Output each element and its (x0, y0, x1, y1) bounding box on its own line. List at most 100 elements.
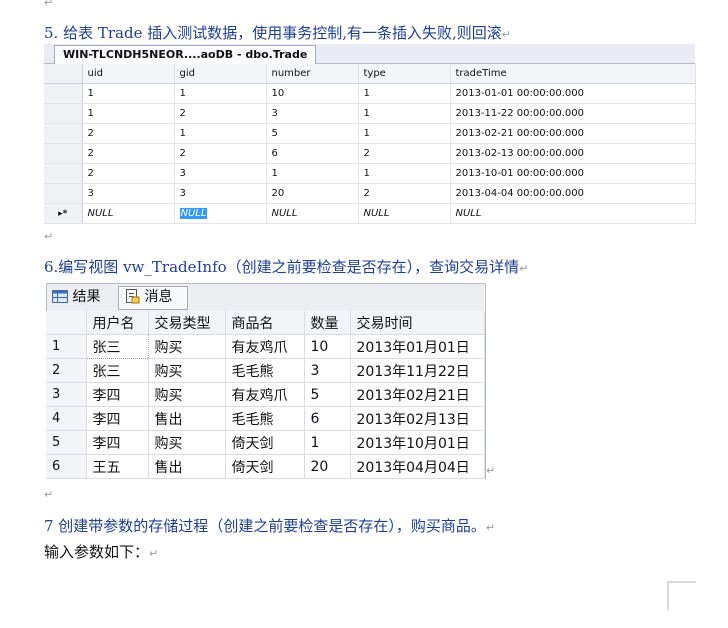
grid-cell[interactable]: 2013年11月22日 (350, 358, 485, 383)
row-selector-corner[interactable] (44, 64, 83, 84)
grid-cell[interactable]: 2013-10-01 00:00:00.000 (450, 163, 696, 184)
table-row[interactable]: 1 2 3 1 2013-11-22 00:00:00.000 (44, 103, 696, 124)
grid-cell[interactable]: 2013年01月01日 (350, 334, 485, 359)
grid-cell[interactable]: 2 (174, 143, 267, 164)
grid-cell[interactable]: 3 (304, 358, 351, 383)
grid-cell[interactable]: 购买 (148, 334, 226, 359)
grid-cell[interactable]: 售出 (148, 406, 226, 431)
grid-cell[interactable]: 2 (174, 103, 267, 124)
row-selector[interactable] (44, 183, 83, 204)
trade-data-grid[interactable]: uid gid number type tradeTime 1 1 10 1 2… (44, 64, 696, 224)
grid-cell[interactable]: 2 (358, 143, 451, 164)
table-row[interactable]: 1 1 10 1 2013-01-01 00:00:00.000 (44, 83, 696, 104)
column-header[interactable]: 商品名 (225, 311, 305, 335)
row-selector[interactable] (44, 143, 83, 164)
grid-cell[interactable]: 毛毛熊 (225, 406, 305, 431)
grid-cell[interactable]: 2013-01-01 00:00:00.000 (450, 83, 696, 104)
column-header[interactable]: tradeTime (450, 64, 696, 84)
table-row[interactable]: 5 李四 购买 倚天剑 1 2013年10月01日 (46, 430, 485, 455)
grid-cell[interactable]: 毛毛熊 (225, 358, 305, 383)
grid-cell[interactable]: 有友鸡爪 (225, 382, 305, 407)
table-row[interactable]: 2 张三 购买 毛毛熊 3 2013年11月22日 (46, 358, 485, 383)
editor-tab[interactable]: WIN-TLCNDH5NEOR....aoDB - dbo.Trade (54, 45, 317, 64)
new-row-marker[interactable]: ▸* (44, 203, 83, 224)
grid-cell[interactable]: 购买 (148, 382, 226, 407)
new-row[interactable]: ▸* NULL NULL NULL NULL NULL (44, 203, 696, 224)
row-selector[interactable] (44, 123, 83, 144)
column-header[interactable]: number (266, 64, 359, 84)
column-header[interactable]: type (358, 64, 451, 84)
row-selector[interactable] (44, 103, 83, 124)
grid-cell[interactable]: 购买 (148, 430, 226, 455)
table-row[interactable]: 2 3 1 1 2013-10-01 00:00:00.000 (44, 163, 696, 184)
grid-cell[interactable]: 3 (266, 103, 359, 124)
grid-cell[interactable]: 1 (82, 103, 175, 124)
grid-cell[interactable]: 2013-04-04 00:00:00.000 (450, 183, 696, 204)
table-row[interactable]: 2 1 5 1 2013-02-21 00:00:00.000 (44, 123, 696, 144)
grid-cell[interactable]: 2 (82, 123, 175, 144)
grid-cell[interactable]: NULL (82, 203, 175, 224)
grid-cell[interactable]: 3 (82, 183, 175, 204)
grid-cell[interactable]: 2013年02月21日 (350, 382, 485, 407)
grid-cell[interactable]: 2013-11-22 00:00:00.000 (450, 103, 696, 124)
grid-cell[interactable]: 1 (358, 163, 451, 184)
row-selector[interactable] (44, 83, 83, 104)
grid-cell[interactable]: 3 (174, 163, 267, 184)
grid-cell[interactable]: 1 (358, 83, 451, 104)
grid-cell[interactable]: 2013年02月13日 (350, 406, 485, 431)
table-row[interactable]: 4 李四 售出 毛毛熊 6 2013年02月13日 (46, 406, 485, 431)
grid-cell[interactable]: 1 (174, 123, 267, 144)
grid-cell[interactable]: 2 (82, 143, 175, 164)
grid-cell[interactable]: 1 (82, 83, 175, 104)
grid-cell[interactable]: NULL (266, 203, 359, 224)
table-row[interactable]: 2 2 6 2 2013-02-13 00:00:00.000 (44, 143, 696, 164)
grid-cell[interactable]: NULL (358, 203, 451, 224)
table-row[interactable]: 1 张三 购买 有友鸡爪 10 2013年01月01日 (46, 334, 485, 359)
grid-cell[interactable]: 10 (266, 83, 359, 104)
grid-cell[interactable]: NULL (450, 203, 696, 224)
grid-cell[interactable]: 购买 (148, 358, 226, 383)
column-header[interactable]: 数量 (304, 311, 351, 335)
grid-cell[interactable]: 李四 (86, 430, 149, 455)
column-header[interactable]: uid (82, 64, 175, 84)
table-row[interactable]: 6 王五 售出 倚天剑 20 2013年04月04日 (46, 454, 485, 479)
grid-cell[interactable]: 张三 (86, 358, 149, 383)
grid-cell[interactable]: 6 (304, 406, 351, 431)
grid-cell[interactable]: 2013-02-13 00:00:00.000 (450, 143, 696, 164)
grid-cell[interactable]: 倚天剑 (225, 430, 305, 455)
grid-cell[interactable]: 1 (358, 123, 451, 144)
column-header[interactable]: 用户名 (86, 311, 149, 335)
column-header[interactable]: gid (174, 64, 267, 84)
column-header[interactable]: 交易时间 (350, 311, 485, 335)
grid-cell[interactable]: 张三 (85, 334, 149, 359)
grid-cell[interactable]: 6 (266, 143, 359, 164)
grid-cell[interactable]: 1 (304, 430, 351, 455)
table-row[interactable]: 3 3 20 2 2013-04-04 00:00:00.000 (44, 183, 696, 204)
grid-cell[interactable]: 3 (174, 183, 267, 204)
grid-cell[interactable]: 2013-02-21 00:00:00.000 (450, 123, 696, 144)
grid-cell[interactable]: 倚天剑 (225, 454, 305, 479)
grid-cell[interactable]: 20 (304, 454, 351, 479)
results-grid[interactable]: 用户名 交易类型 商品名 数量 交易时间 1 张三 购买 有友鸡爪 10 201… (46, 311, 485, 479)
grid-cell[interactable]: 王五 (86, 454, 149, 479)
column-header[interactable]: 交易类型 (148, 311, 226, 335)
grid-cell[interactable]: 1 (358, 103, 451, 124)
table-row[interactable]: 3 李四 购买 有友鸡爪 5 2013年02月21日 (46, 382, 485, 407)
grid-cell[interactable]: 20 (266, 183, 359, 204)
grid-cell[interactable]: 2013年10月01日 (350, 430, 485, 455)
grid-cell[interactable]: 10 (304, 334, 351, 359)
grid-cell[interactable]: 1 (266, 163, 359, 184)
grid-cell[interactable]: 5 (266, 123, 359, 144)
grid-cell[interactable]: 李四 (86, 406, 149, 431)
grid-cell[interactable]: 2013年04月04日 (350, 454, 485, 479)
grid-cell[interactable]: 5 (304, 382, 351, 407)
grid-cell[interactable]: 2 (358, 183, 451, 204)
grid-cell[interactable]: 1 (174, 83, 267, 104)
grid-cell[interactable]: 售出 (148, 454, 226, 479)
grid-cell[interactable]: 2 (82, 163, 175, 184)
row-selector[interactable] (44, 163, 83, 184)
grid-cell[interactable]: NULL (174, 203, 267, 224)
grid-cell[interactable]: 有友鸡爪 (225, 334, 305, 359)
grid-cell[interactable]: 李四 (86, 382, 149, 407)
selected-null-cell[interactable]: NULL (179, 208, 208, 219)
